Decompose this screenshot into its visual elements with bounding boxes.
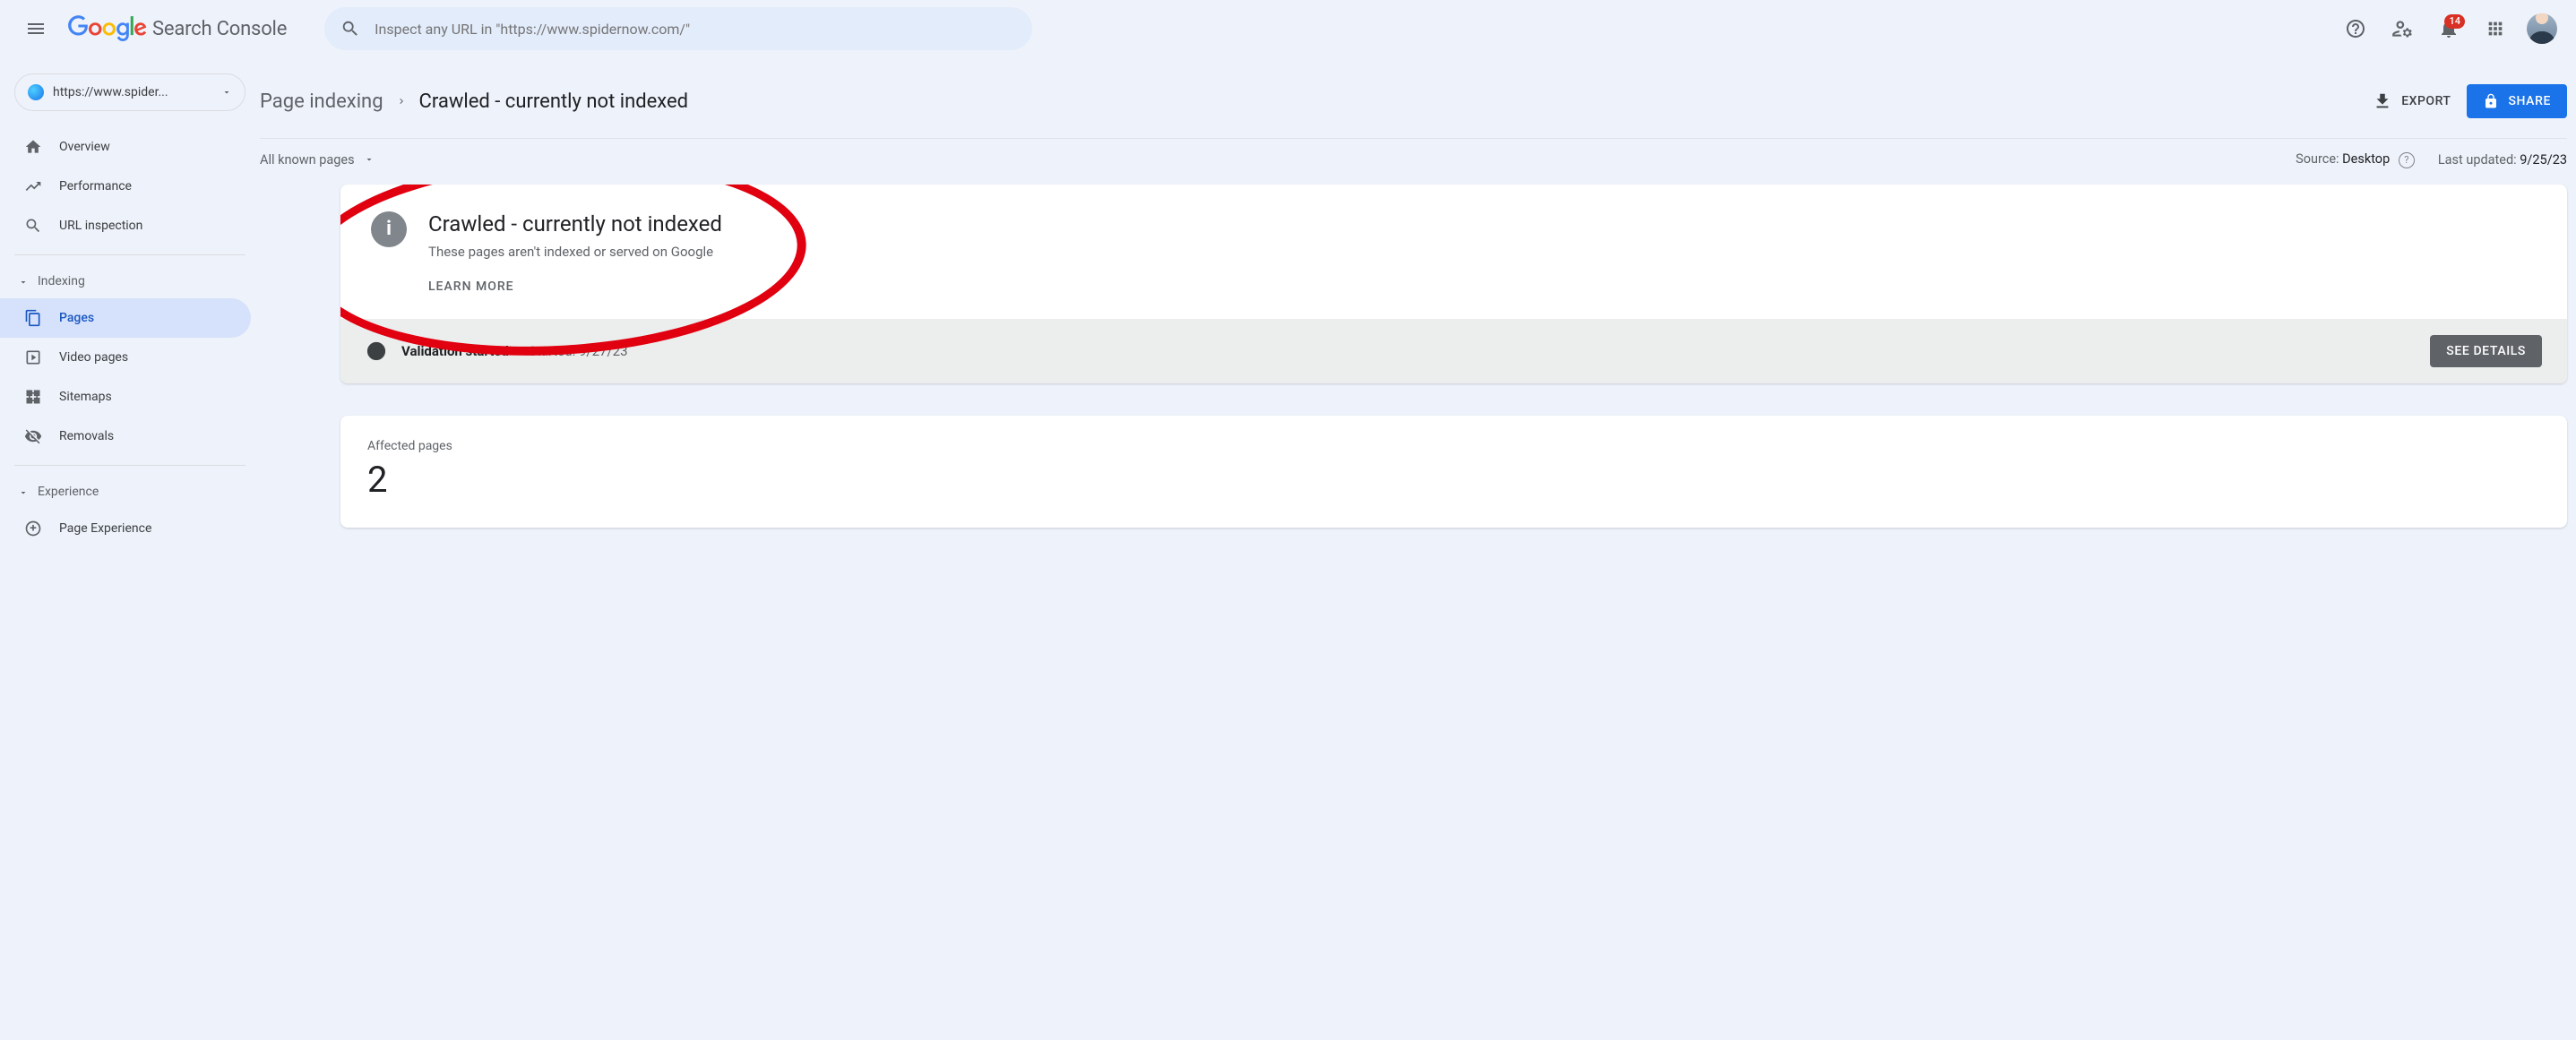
property-url: https://www.spider... <box>53 85 212 99</box>
nav-label: URL inspection <box>59 219 142 233</box>
source-label: Source: <box>2296 151 2339 167</box>
affected-label: Affected pages <box>367 439 2540 453</box>
help-button[interactable] <box>2336 9 2375 48</box>
trend-icon <box>23 177 43 195</box>
nav-label: Removals <box>59 429 114 443</box>
validation-bar: Validation started Started: 9/27/23 SEE … <box>340 319 2567 383</box>
apps-button[interactable] <box>2476 9 2515 48</box>
property-selector[interactable]: https://www.spider... <box>14 73 246 111</box>
share-button[interactable]: SHARE <box>2467 84 2567 118</box>
nav-video-pages[interactable]: Video pages <box>0 338 251 377</box>
avatar-icon <box>2527 13 2557 44</box>
download-icon <box>2373 91 2392 111</box>
account-button[interactable] <box>2522 9 2562 48</box>
nav-overview[interactable]: Overview <box>0 127 251 167</box>
status-card: i Crawled - currently not indexed These … <box>340 185 2567 383</box>
search-small-icon <box>23 217 43 235</box>
nav-pages[interactable]: Pages <box>0 298 251 338</box>
notification-badge: 14 <box>2444 14 2465 29</box>
main-content: Page indexing Crawled - currently not in… <box>260 57 2576 1040</box>
apps-grid-icon <box>2486 19 2505 39</box>
chevron-down-icon <box>18 487 29 498</box>
search-input[interactable] <box>375 21 1016 38</box>
updated-value: 9/25/23 <box>2520 152 2567 168</box>
breadcrumb: Page indexing Crawled - currently not in… <box>260 90 688 113</box>
nav-label: Pages <box>59 311 94 325</box>
validation-started-date: 9/27/23 <box>579 343 628 359</box>
chevron-down-icon <box>18 277 29 288</box>
pages-icon <box>23 309 43 327</box>
circle-plus-icon <box>23 520 43 537</box>
visibility-off-icon <box>23 427 43 445</box>
users-settings-button[interactable] <box>2382 9 2422 48</box>
nav-section-experience[interactable]: Experience <box>0 475 260 509</box>
validation-status: Validation started <box>401 343 509 359</box>
sidebar: https://www.spider... Overview Performan… <box>0 57 260 1040</box>
nav-label: Performance <box>59 179 132 193</box>
chevron-right-icon <box>396 96 407 107</box>
nav-label: Video pages <box>59 350 128 365</box>
affected-pages-card: Affected pages 2 <box>340 416 2567 528</box>
notifications-button[interactable]: 14 <box>2429 9 2468 48</box>
chevron-down-icon <box>221 87 232 98</box>
nav-section-indexing[interactable]: Indexing <box>0 264 260 298</box>
breadcrumb-parent[interactable]: Page indexing <box>260 90 383 113</box>
validation-started-label: Started: <box>529 343 575 359</box>
video-icon <box>23 348 43 366</box>
filter-label: All known pages <box>260 152 355 168</box>
header-actions: 14 <box>2336 9 2562 48</box>
page-filter-dropdown[interactable]: All known pages <box>260 152 375 168</box>
breadcrumb-current: Crawled - currently not indexed <box>419 90 689 113</box>
export-button[interactable]: EXPORT <box>2373 91 2451 111</box>
home-icon <box>23 138 43 156</box>
meta-info: Source: Desktop ? Last updated: 9/25/23 <box>2296 151 2567 168</box>
section-label: Indexing <box>38 274 85 288</box>
export-label: EXPORT <box>2401 94 2451 108</box>
updated-label: Last updated: <box>2438 152 2517 168</box>
sitemap-icon <box>23 388 43 406</box>
user-settings-icon <box>2391 17 2414 40</box>
globe-icon <box>28 84 44 100</box>
search-icon <box>340 19 360 39</box>
share-label: SHARE <box>2508 94 2551 108</box>
product-logo[interactable]: Search Console <box>68 15 287 42</box>
nav-label: Overview <box>59 140 110 154</box>
search-bar[interactable] <box>324 7 1032 50</box>
see-details-button[interactable]: SEE DETAILS <box>2430 335 2542 367</box>
nav-label: Sitemaps <box>59 390 112 404</box>
lock-icon <box>2483 93 2499 109</box>
learn-more-link[interactable]: LEARN MORE <box>428 279 722 294</box>
help-tooltip-icon[interactable]: ? <box>2399 152 2415 168</box>
nav-page-experience[interactable]: Page Experience <box>0 509 251 548</box>
status-subtitle: These pages aren't indexed or served on … <box>428 244 722 260</box>
chevron-down-icon <box>364 154 375 165</box>
info-icon: i <box>371 211 407 247</box>
menu-button[interactable] <box>14 7 57 50</box>
hamburger-icon <box>25 18 47 39</box>
clock-icon <box>366 340 387 362</box>
help-icon <box>2345 18 2366 39</box>
nav-performance[interactable]: Performance <box>0 167 251 206</box>
app-header: Search Console 14 <box>0 0 2576 57</box>
source-value: Desktop <box>2342 151 2390 167</box>
nav-sitemaps[interactable]: Sitemaps <box>0 377 251 417</box>
status-title: Crawled - currently not indexed <box>428 211 722 236</box>
nav-removals[interactable]: Removals <box>0 417 251 456</box>
google-logo-icon <box>68 15 147 42</box>
affected-count: 2 <box>367 459 2540 501</box>
section-label: Experience <box>38 485 99 499</box>
nav-url-inspection[interactable]: URL inspection <box>0 206 251 245</box>
product-name: Search Console <box>152 18 287 40</box>
nav-label: Page Experience <box>59 521 151 536</box>
